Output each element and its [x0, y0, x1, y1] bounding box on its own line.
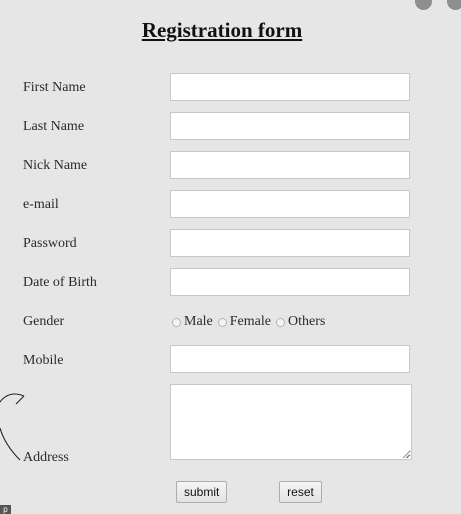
gender-option-male[interactable]: Male [172, 314, 213, 330]
date-of-birth-field[interactable] [170, 268, 410, 296]
window-control-minimize-icon[interactable] [415, 0, 432, 10]
email-label: e-mail [23, 197, 59, 212]
female-radio-label: Female [229, 314, 271, 329]
submit-button[interactable]: submit [176, 481, 227, 503]
nick-name-field[interactable] [170, 151, 410, 179]
email-field[interactable] [170, 190, 410, 218]
mobile-field[interactable] [170, 345, 410, 373]
corner-taskbar-mark: p [0, 505, 11, 514]
page-title: Registration form [141, 18, 303, 42]
gender-label: Gender [23, 314, 65, 329]
male-radio[interactable] [172, 317, 181, 327]
female-radio[interactable] [217, 317, 227, 327]
address-textarea[interactable] [170, 384, 412, 460]
others-radio[interactable] [275, 317, 285, 327]
gender-radio-group: Male Female Others [172, 314, 330, 330]
last-name-field[interactable] [170, 112, 410, 140]
password-label: Password [23, 236, 77, 251]
first-name-field[interactable] [170, 73, 410, 101]
reset-button[interactable]: reset [279, 481, 322, 503]
window-control-close-icon[interactable] [447, 0, 461, 10]
date-of-birth-label: Date of Birth [23, 275, 97, 290]
first-name-label: First Name [23, 80, 86, 95]
gender-option-others[interactable]: Others [275, 314, 326, 330]
others-radio-label: Others [287, 314, 326, 329]
male-radio-label: Male [184, 314, 213, 329]
last-name-label: Last Name [23, 119, 85, 134]
mobile-label: Mobile [23, 353, 64, 368]
nick-name-label: Nick Name [23, 158, 88, 173]
password-field[interactable] [170, 229, 410, 257]
gender-option-female[interactable]: Female [217, 314, 271, 330]
address-label: Address [23, 450, 69, 465]
